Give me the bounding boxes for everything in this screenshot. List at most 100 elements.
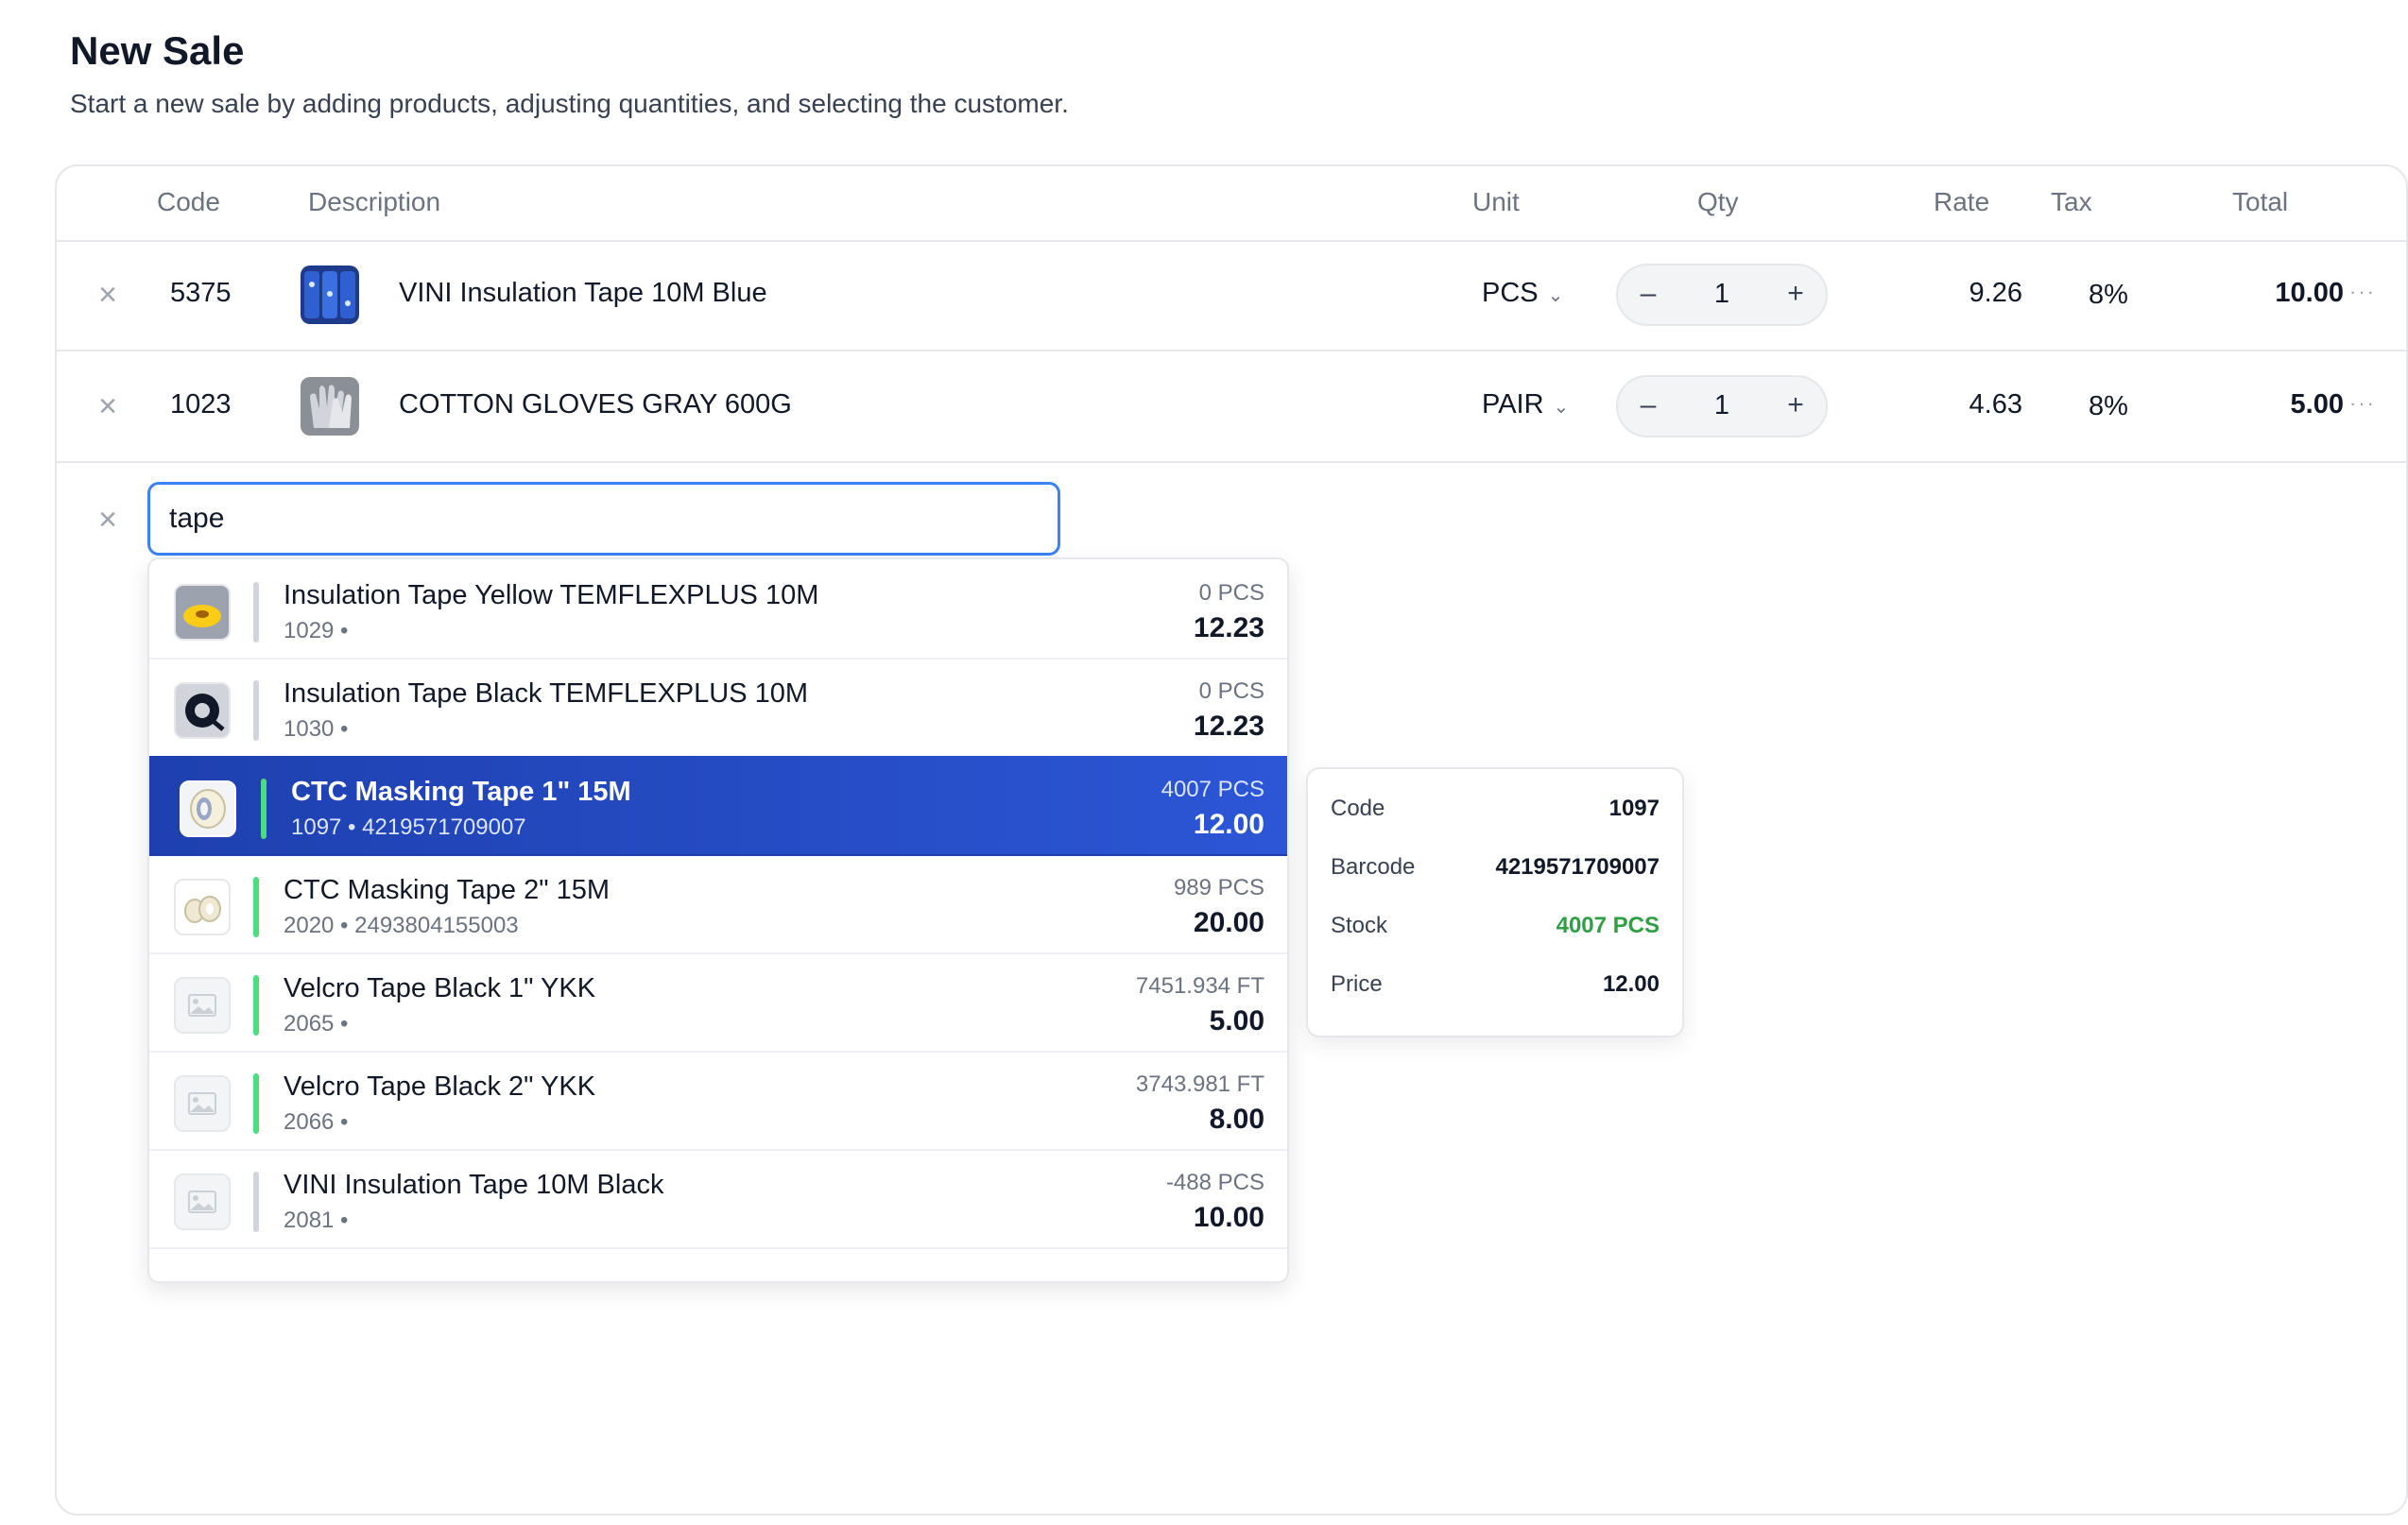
remove-entry-button[interactable]: × bbox=[91, 503, 125, 537]
suggestion-item[interactable]: Insulation Tape Black TEMFLEXPLUS 10M 10… bbox=[149, 658, 1287, 758]
detail-label: Price bbox=[1331, 971, 1383, 997]
detail-label: Code bbox=[1331, 796, 1385, 821]
detail-row-stock: Stock 4007 PCS bbox=[1331, 907, 1660, 945]
suggestion-stock: 3743.981 FT bbox=[1135, 1071, 1264, 1097]
product-suggestions-dropdown: Insulation Tape Yellow TEMFLEXPLUS 10M 1… bbox=[147, 557, 1289, 1283]
quantity-stepper: – 1 + bbox=[1616, 375, 1828, 437]
suggestion-item[interactable]: Velcro Tape Black 2" YKK 2066 • 3743.981… bbox=[149, 1051, 1287, 1151]
unit-select[interactable]: PCS ⌄ bbox=[1482, 278, 1563, 309]
detail-value: 1097 bbox=[1608, 796, 1660, 821]
suggestion-name: Velcro Tape Black 1" YKK bbox=[284, 973, 596, 1003]
product-detail-popover: Code 1097 Barcode 4219571709007 Stock 40… bbox=[1306, 767, 1684, 1037]
chevron-down-icon: ⌄ bbox=[1553, 397, 1570, 418]
masking-tape-thumbnail bbox=[180, 780, 236, 837]
page-title: New Sale bbox=[70, 28, 245, 73]
suggestion-stock: 4007 PCS bbox=[1161, 777, 1264, 802]
detail-value: 12.00 bbox=[1602, 971, 1660, 997]
suggestion-name: Insulation Tape Yellow TEMFLEXPLUS 10M bbox=[284, 580, 819, 610]
decrement-button[interactable]: – bbox=[1629, 275, 1667, 313]
stock-indicator-bar bbox=[253, 877, 259, 937]
unit-value: PCS bbox=[1482, 278, 1539, 308]
suggestion-stock: 0 PCS bbox=[1198, 580, 1264, 606]
column-unit: Unit bbox=[1472, 187, 1520, 216]
chevron-down-icon: ⌄ bbox=[1547, 285, 1564, 306]
detail-value: 4007 PCS bbox=[1556, 913, 1660, 938]
suggestion-item[interactable]: VINI Insulation Tape 10M Black 2081 • -4… bbox=[149, 1149, 1287, 1249]
suggestion-item[interactable]: Insulation Tape Yellow TEMFLEXPLUS 10M 1… bbox=[149, 559, 1287, 660]
quantity-stepper: – 1 + bbox=[1616, 264, 1828, 326]
table-header: Code Description Unit Qty Rate Tax Total bbox=[57, 166, 2406, 242]
stock-indicator-bar bbox=[253, 975, 259, 1036]
row-tax: 8% bbox=[2089, 391, 2128, 421]
product-thumbnail bbox=[301, 266, 359, 324]
remove-row-button[interactable]: × bbox=[91, 278, 125, 312]
stock-indicator-bar bbox=[253, 680, 259, 741]
suggestion-stock: -488 PCS bbox=[1165, 1170, 1264, 1195]
suggestion-code: 2020 • 2493804155003 bbox=[284, 913, 519, 938]
column-description: Description bbox=[308, 187, 441, 216]
suggestion-code: 2081 • bbox=[284, 1208, 349, 1233]
black-tape-thumbnail bbox=[174, 682, 231, 739]
detail-label: Stock bbox=[1331, 913, 1388, 938]
suggestion-item[interactable]: Velcro Tape Black 1" YKK 2065 • 7451.934… bbox=[149, 952, 1287, 1053]
stock-indicator-bar bbox=[253, 582, 259, 643]
column-code: Code bbox=[157, 187, 220, 216]
suggestion-price: 20.00 bbox=[1193, 907, 1264, 938]
suggestion-name: CTC Masking Tape 1" 15M bbox=[291, 777, 631, 807]
row-description: COTTON GLOVES GRAY 600G bbox=[399, 389, 792, 420]
suggestion-stock: 0 PCS bbox=[1198, 678, 1264, 704]
suggestion-price: 12.00 bbox=[1193, 809, 1264, 840]
unit-value: PAIR bbox=[1482, 389, 1544, 420]
suggestion-code: 2065 • bbox=[284, 1011, 349, 1037]
quantity-value[interactable]: 1 bbox=[1684, 279, 1760, 310]
detail-row-price: Price 12.00 bbox=[1331, 966, 1660, 1003]
increment-button[interactable]: + bbox=[1777, 386, 1815, 424]
column-rate: Rate bbox=[1934, 187, 1990, 216]
suggestion-code: 1030 • bbox=[284, 716, 349, 742]
suggestion-stock: 7451.934 FT bbox=[1135, 973, 1264, 999]
yellow-tape-thumbnail bbox=[174, 584, 231, 641]
suggestion-code: 2066 • bbox=[284, 1109, 349, 1135]
remove-row-button[interactable]: × bbox=[91, 389, 125, 423]
suggestion-item-selected[interactable]: CTC Masking Tape 1" 15M 1097 • 421957170… bbox=[149, 756, 1287, 856]
column-total: Total bbox=[2232, 187, 2289, 216]
row-rate: 9.26 bbox=[1969, 278, 2022, 308]
stock-indicator-bar bbox=[261, 779, 267, 839]
more-options-icon[interactable]: ··· bbox=[2344, 391, 2382, 416]
more-options-icon[interactable]: ··· bbox=[2344, 280, 2382, 304]
detail-label: Barcode bbox=[1331, 854, 1416, 880]
detail-row-code: Code 1097 bbox=[1331, 790, 1660, 828]
row-total: 10.00 bbox=[2275, 278, 2344, 308]
suggestion-code: 1029 • bbox=[284, 618, 349, 643]
quantity-value[interactable]: 1 bbox=[1684, 390, 1760, 421]
masking-tape-thumbnail bbox=[174, 879, 231, 935]
suggestion-price: 5.00 bbox=[1209, 1005, 1264, 1037]
suggestion-item[interactable]: CTC Masking Tape 2" 15M 2020 • 249380415… bbox=[149, 854, 1287, 954]
product-thumbnail bbox=[301, 377, 359, 436]
increment-button[interactable]: + bbox=[1777, 275, 1815, 313]
column-qty: Qty bbox=[1697, 187, 1739, 216]
suggestion-code: 1097 • 4219571709007 bbox=[291, 814, 526, 840]
stock-indicator-bar bbox=[253, 1172, 259, 1232]
suggestion-price: 8.00 bbox=[1209, 1104, 1264, 1135]
suggestion-price: 10.00 bbox=[1193, 1202, 1264, 1233]
suggestion-price: 12.23 bbox=[1193, 612, 1264, 643]
product-search-input[interactable] bbox=[147, 482, 1060, 556]
image-placeholder-icon bbox=[174, 977, 231, 1034]
page-subtitle: Start a new sale by adding products, adj… bbox=[70, 89, 1069, 118]
suggestion-name: Velcro Tape Black 2" YKK bbox=[284, 1071, 596, 1102]
suggestion-price: 12.23 bbox=[1193, 711, 1264, 742]
unit-select[interactable]: PAIR ⌄ bbox=[1482, 389, 1569, 420]
row-tax: 8% bbox=[2089, 280, 2128, 310]
detail-row-barcode: Barcode 4219571709007 bbox=[1331, 848, 1660, 886]
suggestion-name: Insulation Tape Black TEMFLEXPLUS 10M bbox=[284, 678, 809, 709]
decrement-button[interactable]: – bbox=[1629, 386, 1667, 424]
stock-indicator-bar bbox=[253, 1073, 259, 1134]
detail-value: 4219571709007 bbox=[1495, 854, 1660, 880]
suggestion-name: CTC Masking Tape 2" 15M bbox=[284, 875, 611, 905]
row-rate: 4.63 bbox=[1969, 389, 2022, 420]
image-placeholder-icon bbox=[174, 1075, 231, 1132]
column-tax: Tax bbox=[2051, 187, 2092, 216]
row-total: 5.00 bbox=[2290, 389, 2344, 420]
row-description: VINI Insulation Tape 10M Blue bbox=[399, 278, 767, 308]
